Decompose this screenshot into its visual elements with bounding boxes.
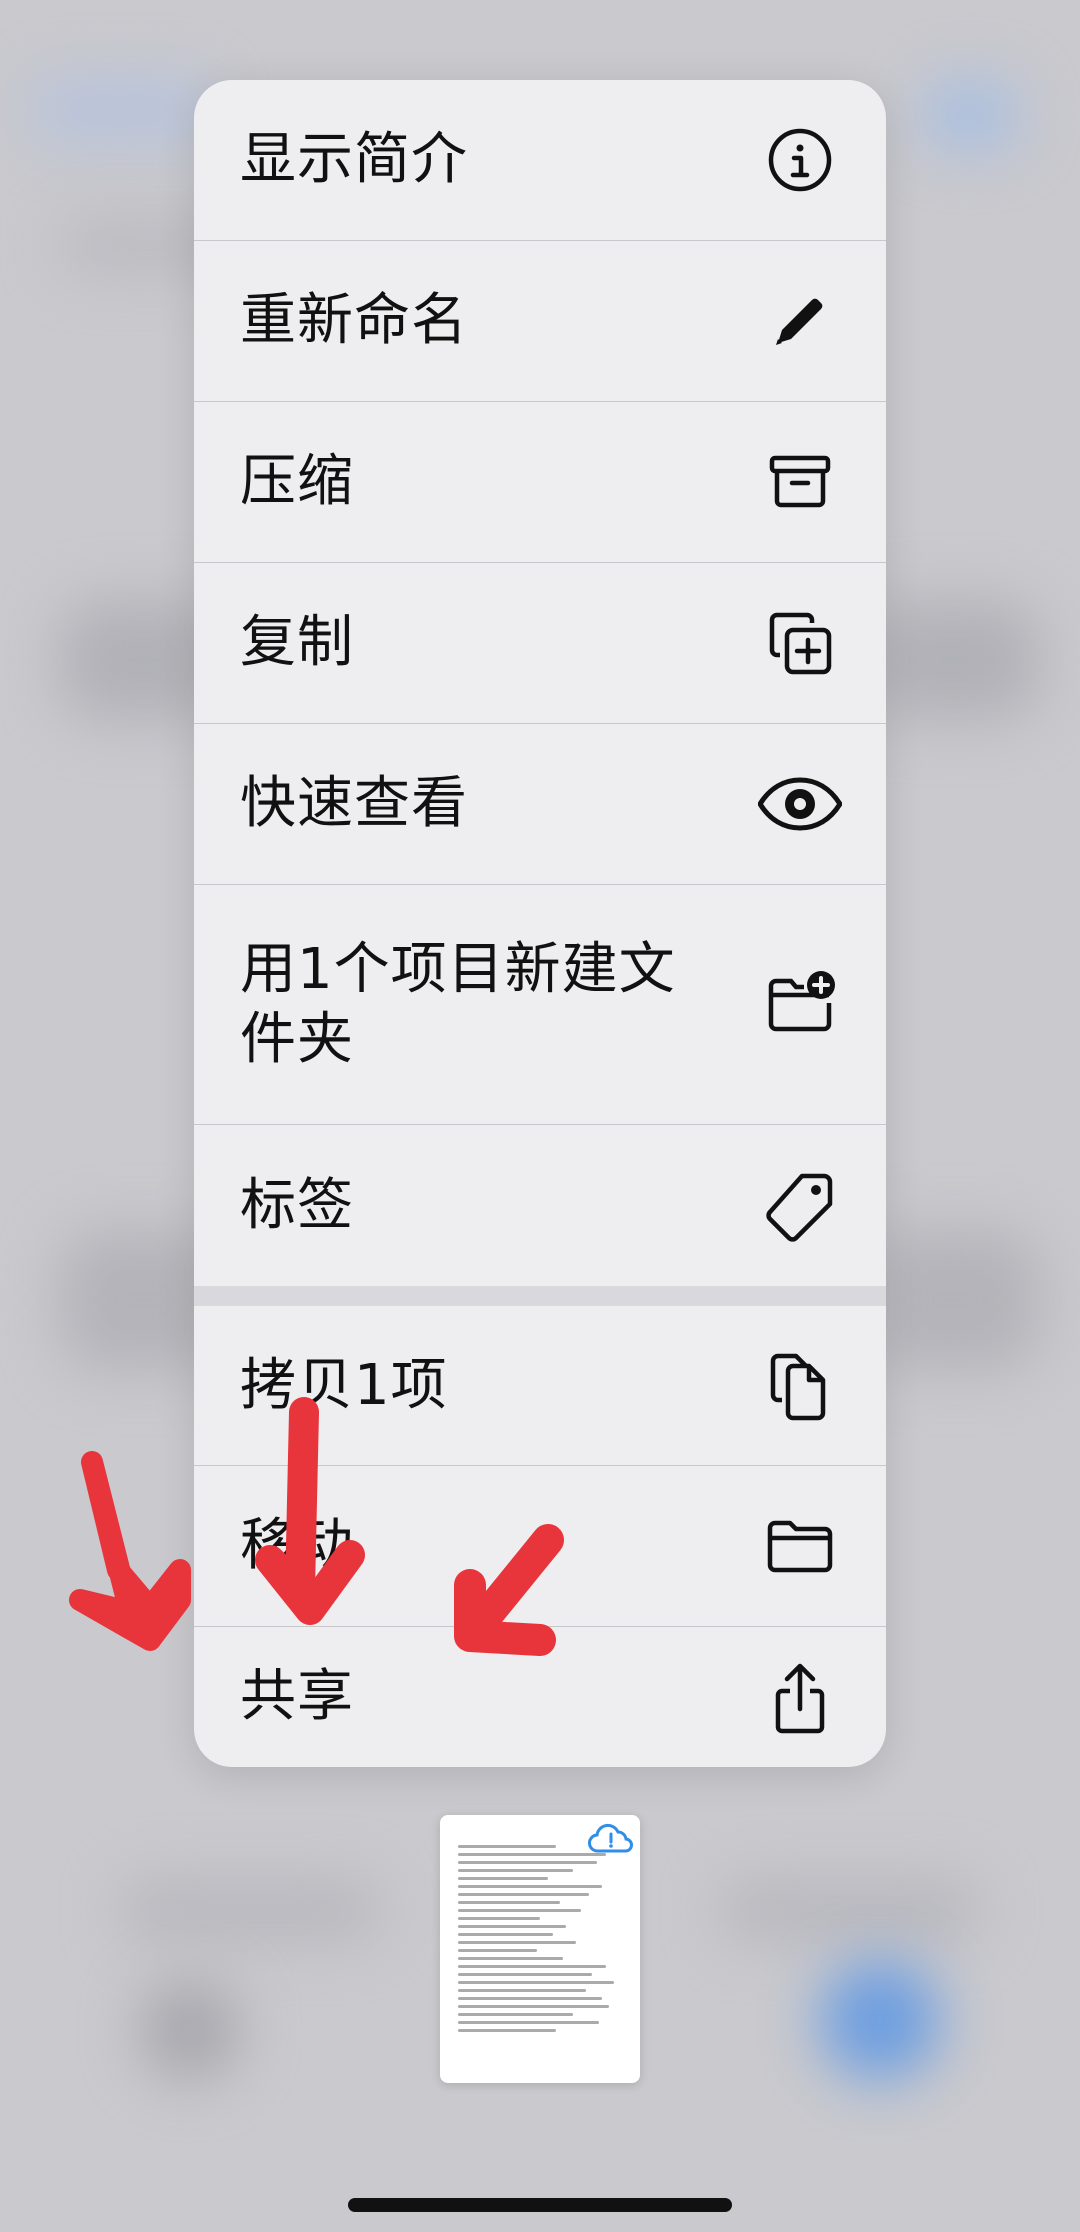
folder-badge-plus-icon: [758, 963, 842, 1047]
menu-item-label: 复制: [240, 610, 354, 675]
menu-item-get-info[interactable]: 显示简介: [194, 80, 886, 241]
home-indicator[interactable]: [348, 2198, 732, 2212]
file-preview-thumbnail[interactable]: [440, 1815, 640, 2083]
tag-icon: [758, 1164, 842, 1248]
menu-item-label: 移动: [240, 1513, 354, 1578]
menu-item-tags[interactable]: 标签: [194, 1125, 886, 1286]
menu-item-share[interactable]: 共享: [194, 1627, 886, 1767]
eye-icon: [758, 762, 842, 846]
menu-item-label: 快速查看: [240, 771, 468, 836]
menu-item-label: 拷贝1项: [240, 1352, 448, 1418]
context-menu: 显示简介 重新命名 压缩 复制 快速查看 用1个项目新建文件夹 标签 拷贝1项 …: [194, 80, 886, 1767]
menu-item-copy[interactable]: 拷贝1项: [194, 1306, 886, 1466]
copy-documents-icon: [758, 1344, 842, 1428]
info-circle-icon: [758, 118, 842, 202]
menu-section-separator: [194, 1286, 886, 1306]
pencil-icon: [758, 279, 842, 363]
share-icon: [758, 1655, 842, 1739]
document-text-lines: [458, 1845, 622, 2037]
duplicate-plus-icon: [758, 601, 842, 685]
menu-item-label: 用1个项目新建文件夹: [240, 936, 676, 1072]
menu-item-label: 显示简介: [240, 127, 468, 192]
menu-item-quick-look[interactable]: 快速查看: [194, 724, 886, 885]
archive-box-icon: [758, 440, 842, 524]
menu-item-compress[interactable]: 压缩: [194, 402, 886, 563]
folder-icon: [758, 1504, 842, 1588]
menu-item-label: 共享: [240, 1664, 354, 1729]
menu-item-duplicate[interactable]: 复制: [194, 563, 886, 724]
menu-item-label: 标签: [240, 1172, 354, 1238]
menu-item-rename[interactable]: 重新命名: [194, 241, 886, 402]
menu-item-label: 压缩: [240, 449, 354, 514]
menu-item-move[interactable]: 移动: [194, 1466, 886, 1627]
menu-item-new-folder-with-item[interactable]: 用1个项目新建文件夹: [194, 885, 886, 1125]
menu-item-label: 重新命名: [240, 288, 468, 353]
